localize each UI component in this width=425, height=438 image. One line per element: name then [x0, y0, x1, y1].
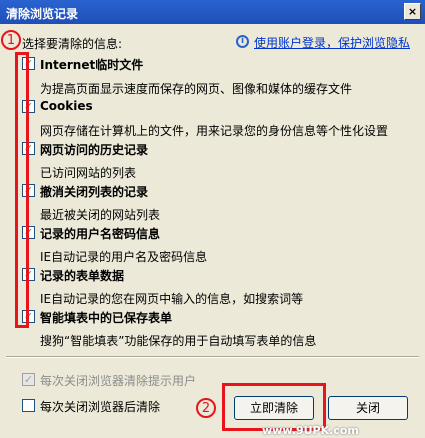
- item-title-saved-forms[interactable]: 智能填表中的已保存表单: [40, 309, 172, 326]
- annotation-marker-1: 1: [1, 30, 21, 50]
- item-title-history[interactable]: 网页访问的历史记录: [40, 141, 148, 158]
- privacy-login-link[interactable]: 使用账户登录，保护浏览隐私: [254, 34, 410, 51]
- item-title-closed-tabs[interactable]: 撤消关闭列表的记录: [40, 183, 148, 200]
- item-desc-cookies: 网页存储在计算机上的文件，用来记录您的身份信息等个性化设置: [40, 124, 389, 138]
- item-desc-passwords: IE自动记录的用户名及密码信息: [40, 250, 208, 264]
- item-title-cookies[interactable]: Cookies: [40, 99, 93, 113]
- select-info-prompt: 选择要清除的信息:: [22, 37, 123, 51]
- watermark-text: www.9UPK.com: [262, 424, 359, 437]
- label-prompt-on-close: 每次关闭浏览器清除提示用户: [40, 374, 197, 388]
- separator: [6, 356, 419, 358]
- window-title: 清除浏览记录: [6, 7, 79, 21]
- item-desc-saved-forms: 搜狗“智能填表”功能保存的用于自动填写表单的信息: [40, 334, 317, 348]
- item-desc-closed-tabs: 最近被关闭的网站列表: [40, 208, 161, 222]
- close-window-button[interactable]: ×: [404, 3, 421, 20]
- label-clear-on-close[interactable]: 每次关闭浏览器后清除: [40, 398, 160, 415]
- item-desc-form-data: IE自动记录的您在网页中输入的信息，如搜索词等: [40, 292, 304, 306]
- item-desc-history: 已访问网站的列表: [40, 166, 137, 180]
- checkbox-prompt-on-close: ✓: [22, 373, 35, 386]
- annotation-box-checkboxes: [15, 52, 29, 328]
- item-title-passwords[interactable]: 记录的用户名密码信息: [40, 225, 160, 242]
- annotation-marker-2: 2: [196, 398, 216, 418]
- close-button[interactable]: 关闭: [328, 396, 408, 420]
- item-title-temp-files[interactable]: Internet临时文件: [40, 56, 143, 73]
- title-bar: 清除浏览记录 ×: [0, 0, 425, 24]
- checkbox-clear-on-close[interactable]: [22, 399, 35, 412]
- info-icon: i: [236, 35, 249, 48]
- item-title-form-data[interactable]: 记录的表单数据: [40, 267, 124, 284]
- item-desc-temp-files: 为提高页面显示速度而保存的网页、图像和媒体的缓存文件: [40, 82, 353, 96]
